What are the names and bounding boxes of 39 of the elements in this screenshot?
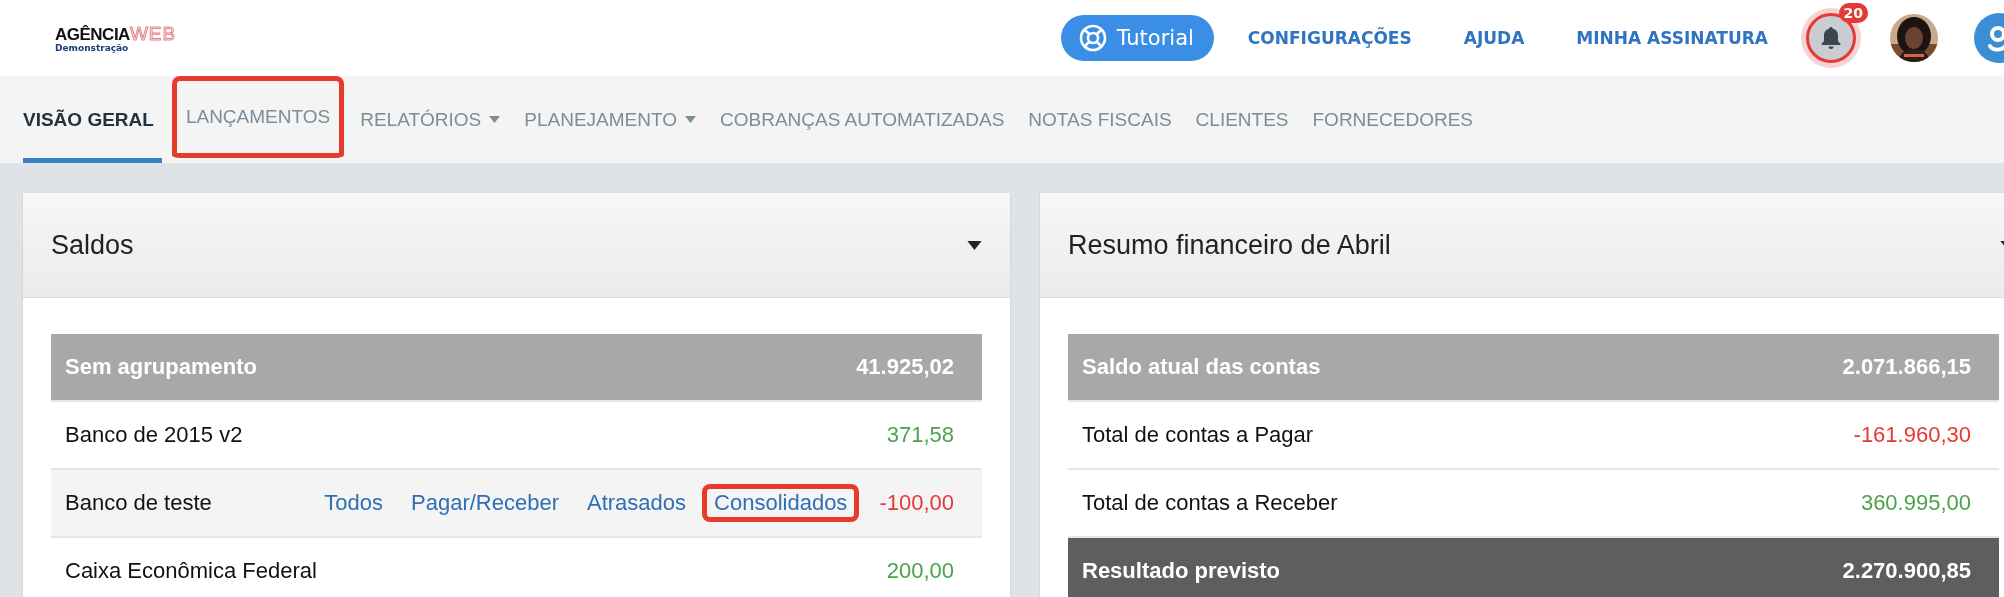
- account-label: Banco de 2015 v2: [65, 422, 244, 448]
- amount: -100,00: [879, 490, 954, 516]
- amount: -161.960,30: [1853, 422, 1971, 448]
- tutorial-button[interactable]: Tutorial: [1060, 15, 1214, 61]
- panel-title: Saldos: [51, 229, 134, 261]
- lifebuoy-icon: [1078, 24, 1107, 52]
- nav-tab[interactable]: RELATÓRIOS: [360, 76, 509, 163]
- amount: 360.995,00: [1860, 490, 1971, 516]
- account-label: Total de contas a Receber: [1082, 490, 1339, 516]
- nav-tab[interactable]: CLIENTES: [1195, 76, 1297, 163]
- nav-tab[interactable]: NOTAS FISCAIS: [1028, 76, 1180, 163]
- panel-title: Resumo financeiro de Abril: [1068, 229, 1391, 261]
- account-label: Total de contas a Pagar: [1082, 422, 1315, 448]
- amount: 41.925,02: [856, 354, 954, 380]
- filter-link[interactable]: Atrasados: [581, 486, 693, 520]
- top-link[interactable]: MINHA ASSINATURA: [1576, 28, 1768, 48]
- top-link[interactable]: AJUDA: [1463, 28, 1525, 48]
- nav-tab[interactable]: COBRANÇAS AUTOMATIZADAS: [720, 76, 1013, 163]
- amount: 2.071.866,15: [1842, 354, 1971, 380]
- nav-tab[interactable]: VISÃO GERAL: [23, 76, 162, 163]
- amount: 2.270.900,85: [1842, 558, 1971, 584]
- bell-icon: [1820, 26, 1842, 50]
- top-link[interactable]: CONFIGURAÇÕES: [1247, 28, 1412, 48]
- nav-tab[interactable]: PLANEJAMENTO: [524, 76, 704, 163]
- nav-tab[interactable]: FORNECEDORES: [1312, 76, 1481, 163]
- logo[interactable]: AGÊNCIAWEB Demonstração: [55, 23, 177, 53]
- notification-badge: 20: [1838, 3, 1868, 23]
- account-label: Caixa Econômica Federal: [65, 558, 318, 584]
- caret-icon[interactable]: [967, 240, 982, 250]
- account-label: Banco de teste: [65, 490, 213, 516]
- filter-link[interactable]: Pagar/Receber: [405, 486, 565, 520]
- filter-link[interactable]: Consolidados: [702, 484, 860, 522]
- account-label: Sem agrupamento: [65, 354, 258, 380]
- amount: 371,58: [886, 422, 954, 448]
- amount: 200,00: [886, 558, 954, 584]
- nav-tab[interactable]: LANÇAMENTOS: [171, 76, 345, 163]
- account-label: Resultado previsto: [1082, 558, 1282, 584]
- filter-link[interactable]: Todos: [318, 486, 389, 520]
- account-label: Saldo atual das contas: [1082, 354, 1322, 380]
